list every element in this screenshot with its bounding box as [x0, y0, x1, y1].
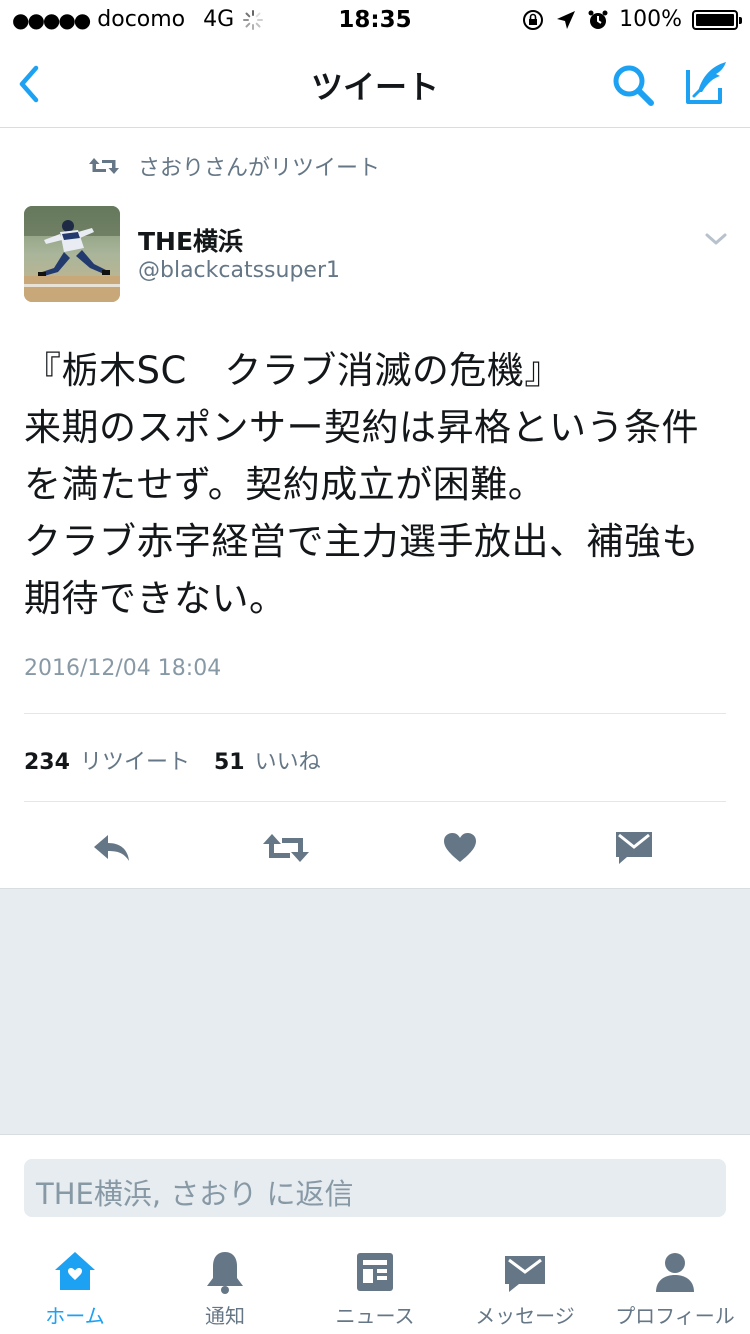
like-count[interactable]: 51 — [214, 750, 245, 775]
tab-notifications-label: 通知 — [205, 1304, 245, 1328]
direct-message-button[interactable] — [604, 818, 664, 878]
tab-news-label: ニュース — [335, 1304, 415, 1328]
retweet-icon — [89, 158, 119, 174]
news-icon — [357, 1253, 393, 1291]
tweet-actions — [0, 818, 750, 878]
status-bar: ●●●●● docomo 4G 18:35 100% — [0, 0, 750, 40]
tab-profile[interactable]: プロフィール — [600, 1230, 750, 1334]
tab-bar: ホーム 通知 ニュース メッセージ プロフィール — [0, 1230, 750, 1334]
like-count-label[interactable]: いいね — [255, 744, 321, 776]
bell-icon — [207, 1252, 243, 1294]
retweet-icon — [263, 834, 309, 862]
tab-home[interactable]: ホーム — [0, 1230, 150, 1334]
envelope-icon — [505, 1256, 545, 1292]
battery-icon — [692, 9, 742, 30]
retweet-context: さおりさんがリツイート — [88, 150, 380, 182]
retweet-button[interactable] — [256, 818, 316, 878]
author-avatar[interactable] — [24, 206, 120, 302]
divider — [24, 801, 726, 802]
battery-percent: 100% — [619, 7, 682, 32]
rotation-lock-icon — [523, 9, 544, 30]
baseball-player-photo — [24, 206, 120, 302]
profile-icon — [656, 1253, 694, 1292]
tab-news[interactable]: ニュース — [300, 1230, 450, 1334]
tab-notifications[interactable]: 通知 — [150, 1230, 300, 1334]
tab-messages[interactable]: メッセージ — [450, 1230, 600, 1334]
reply-icon — [94, 835, 129, 861]
retweet-count[interactable]: 234 — [24, 750, 70, 775]
tweet-timestamp: 2016/12/04 18:04 — [24, 656, 222, 681]
alarm-clock-icon — [588, 10, 608, 29]
home-icon — [55, 1252, 95, 1290]
compose-tweet-icon[interactable] — [682, 58, 732, 108]
like-button[interactable] — [430, 818, 490, 878]
author-name[interactable]: THE横浜 — [138, 222, 243, 258]
reply-button[interactable] — [82, 818, 142, 878]
navigation-bar: ツイート — [0, 40, 750, 128]
retweeted-by-label: さおりさんがリツイート — [138, 156, 381, 181]
tab-home-label: ホーム — [45, 1304, 105, 1328]
tweet-text: 『栃木SC クラブ消滅の危機』 来期のスポンサー契約は昇格という条件を満たせず。… — [24, 349, 699, 620]
author-handle[interactable]: @blackcatssuper1 — [138, 258, 340, 283]
heart-icon — [444, 833, 476, 862]
tab-messages-label: メッセージ — [475, 1304, 575, 1328]
reply-composer: THE横浜, さおり に返信 — [0, 1134, 750, 1230]
location-arrow-icon — [557, 10, 576, 29]
reply-input[interactable]: THE横浜, さおり に返信 — [24, 1159, 726, 1217]
envelope-icon — [616, 832, 652, 864]
empty-area — [0, 888, 750, 1134]
tab-profile-label: プロフィール — [615, 1304, 735, 1328]
divider — [24, 713, 726, 714]
chevron-down-icon[interactable] — [704, 230, 728, 248]
retweet-count-label[interactable]: リツイート — [80, 744, 190, 776]
search-icon[interactable] — [610, 62, 656, 108]
tweet-stats[interactable]: 234 リツイート 51 いいね — [24, 744, 335, 776]
